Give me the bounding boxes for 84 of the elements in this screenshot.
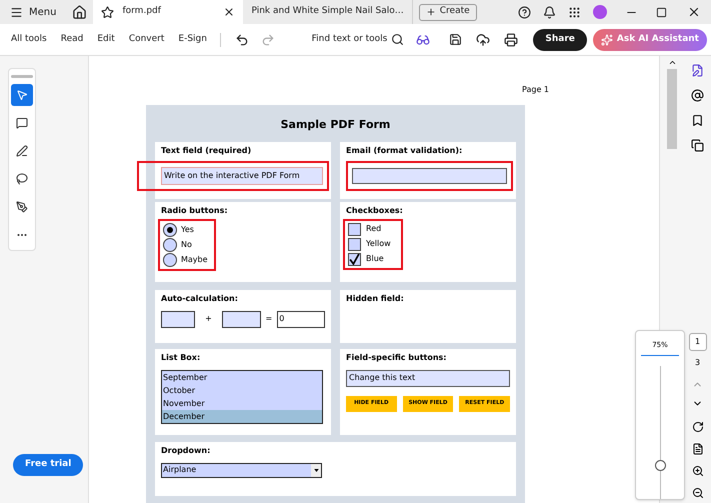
radio-button[interactable] [163,252,177,266]
page-number-field[interactable]: 1 [688,333,706,351]
undo-icon[interactable] [234,32,249,46]
free-trial-button[interactable]: Free trial [13,454,84,476]
radio-button[interactable] [163,222,177,236]
print-icon[interactable] [504,32,518,46]
checkbox-label: Yellow [366,238,391,250]
field-label: Dropdown: [161,444,212,456]
sparkle-icon [600,34,613,46]
toolbar-menu-item[interactable]: Read [54,32,90,46]
toolbar-menu-item[interactable]: All tools [4,32,54,46]
field-label: Hidden field: [346,292,405,304]
list-option[interactable]: December [162,410,322,422]
select-icon [16,89,28,101]
pointer-tool[interactable] [11,84,33,106]
checkbox-label: Red [366,223,382,235]
radio-label: No [181,238,192,250]
field-label: Auto-calculation: [161,292,239,304]
profile-avatar[interactable] [593,5,607,19]
menu-button[interactable]: Menu [0,0,66,24]
create-button[interactable]: Create [418,4,477,20]
radio-label: Yes [181,224,194,236]
field-label: Email (format validation): [346,144,464,156]
text-input[interactable]: Write on the interactive PDF Form [161,166,323,184]
scroll-up-icon[interactable] [668,58,676,67]
search-button[interactable]: Find text or tools [312,32,404,46]
apps-icon[interactable] [568,6,581,18]
caret-icon [314,468,318,472]
result-input[interactable]: 0 [277,310,325,328]
bookmark-icon[interactable] [691,114,704,127]
checkbox[interactable] [348,222,361,236]
list-box[interactable]: September October November December [161,370,323,424]
save-icon[interactable] [449,33,462,46]
radio-button[interactable] [163,238,177,252]
edit-pdf-icon[interactable] [691,64,704,77]
maximize-icon[interactable] [656,6,667,18]
document-tab[interactable]: form.pdf [93,0,244,24]
field-label: Text field (required) [161,144,252,156]
checkbox-label: Blue [366,253,384,265]
form-title: Sample PDF Form [280,117,392,133]
close-icon[interactable] [223,6,236,18]
pages-icon[interactable] [691,139,704,152]
star-icon [101,6,114,18]
field-label: Field-specific buttons: [346,352,448,364]
list-option[interactable]: November [162,396,322,410]
home-icon[interactable] [72,4,88,20]
rotate-icon[interactable] [692,421,704,433]
scrollbar-thumb[interactable] [667,69,677,149]
number-input[interactable] [222,310,261,328]
list-option[interactable]: September [162,370,322,384]
toolbar-menu-item[interactable]: Edit [90,32,122,46]
checkbox[interactable] [348,252,361,266]
help-icon[interactable] [518,6,531,18]
pen-icon [16,145,28,157]
search-icon [391,33,404,46]
field-label: List Box: [161,352,202,364]
bell-icon[interactable] [543,6,556,18]
close-window-icon[interactable] [687,5,701,19]
page-label: Page 1 [522,84,549,96]
page-count: 3 [694,357,700,369]
plus-icon [426,7,436,17]
plus-sign: + [205,313,212,325]
toolbar-menu-item[interactable]: Convert [122,32,172,46]
text-input[interactable]: Change this text [346,370,510,386]
zoom-slider-thumb[interactable] [654,460,666,471]
upload-icon[interactable] [476,32,490,46]
email-input[interactable] [352,168,507,184]
zoom-in-icon[interactable] [692,465,704,477]
menu-icon [10,6,23,18]
zoom-slider[interactable] [654,366,666,499]
share-button[interactable]: Share [533,28,587,50]
sign-icon [16,201,28,213]
zoom-out-icon[interactable] [692,487,704,499]
equals-sign: = [266,313,272,325]
lasso-icon [16,173,28,185]
dropdown[interactable]: Airplane [161,462,322,478]
field-label: Checkboxes: [346,204,404,216]
number-input[interactable] [161,310,196,328]
list-option[interactable]: October [162,384,322,396]
toolbar-menu-item[interactable]: E-Sign [171,32,214,46]
radio-label: Maybe [181,254,208,266]
field-label: Radio buttons: [161,204,229,216]
glasses-icon[interactable] [416,32,430,46]
checkbox[interactable] [348,238,361,250]
